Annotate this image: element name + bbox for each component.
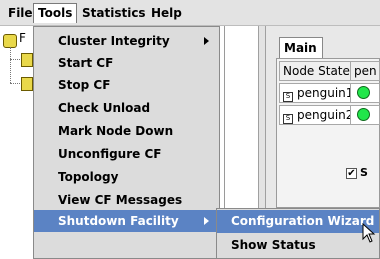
menu-item-label: Cluster Integrity bbox=[58, 34, 170, 48]
tools-menu: Cluster Integrity Start CF Stop CF Check… bbox=[33, 26, 220, 259]
menu-item-label: Check Unload bbox=[58, 101, 151, 115]
menu-file[interactable]: File bbox=[4, 3, 37, 23]
node-name: penguin1 bbox=[297, 86, 351, 100]
menu-item-start-cf[interactable]: Start CF bbox=[34, 52, 219, 74]
menu-item-view-cf-messages[interactable]: View CF Messages bbox=[34, 189, 219, 211]
tree-branch bbox=[10, 83, 20, 84]
menu-item-label: Unconfigure CF bbox=[58, 147, 162, 161]
menu-item-topology[interactable]: Topology bbox=[34, 166, 219, 188]
shutdown-facility-submenu: Configuration Wizard Show Status bbox=[216, 208, 380, 259]
tab-main[interactable]: Main bbox=[279, 37, 323, 59]
tree-line bbox=[10, 47, 11, 83]
table-row[interactable]: Spenguin2 bbox=[279, 105, 351, 125]
submenu-item-show-status[interactable]: Show Status bbox=[217, 234, 379, 257]
menu-item-label: Mark Node Down bbox=[58, 124, 174, 138]
menu-item-shutdown-facility[interactable]: Shutdown Facility bbox=[34, 210, 219, 232]
checkbox-label: S bbox=[360, 166, 368, 179]
submenu-arrow-icon bbox=[204, 37, 209, 45]
status-dot-icon bbox=[357, 86, 370, 99]
menu-item-mark-node-down[interactable]: Mark Node Down bbox=[34, 120, 219, 142]
tree-branch bbox=[10, 59, 20, 60]
cluster-icon[interactable] bbox=[3, 34, 17, 48]
node-icon: S bbox=[283, 114, 293, 124]
node-icon[interactable] bbox=[21, 77, 33, 91]
menu-item-label: Shutdown Facility bbox=[58, 214, 179, 228]
column-header-pen[interactable]: pen bbox=[350, 61, 380, 81]
status-dot-icon bbox=[357, 108, 370, 121]
menu-item-label: View CF Messages bbox=[58, 193, 183, 207]
menu-item-label: Start CF bbox=[58, 56, 114, 70]
menu-item-label: Stop CF bbox=[58, 78, 111, 92]
mouse-cursor-icon bbox=[362, 223, 376, 243]
menu-bar: File Tools Statistics Help bbox=[0, 0, 380, 26]
node-icon: S bbox=[283, 92, 293, 102]
menu-item-label: Topology bbox=[58, 170, 119, 184]
node-icon[interactable] bbox=[21, 53, 33, 67]
checkbox[interactable]: ✔ bbox=[346, 168, 357, 179]
menu-help[interactable]: Help bbox=[147, 3, 186, 23]
submenu-item-configuration-wizard[interactable]: Configuration Wizard bbox=[217, 210, 379, 233]
column-header-node-states[interactable]: Node States bbox=[279, 61, 351, 81]
tree-root-label[interactable]: F bbox=[19, 31, 26, 45]
menu-statistics[interactable]: Statistics bbox=[78, 3, 150, 23]
table-row[interactable]: Spenguin1 bbox=[279, 83, 351, 103]
menu-item-unconfigure-cf[interactable]: Unconfigure CF bbox=[34, 143, 219, 165]
menu-item-stop-cf[interactable]: Stop CF bbox=[34, 74, 219, 96]
submenu-arrow-icon bbox=[204, 217, 209, 225]
menu-item-cluster-integrity[interactable]: Cluster Integrity bbox=[34, 30, 219, 52]
menu-item-check-unload[interactable]: Check Unload bbox=[34, 97, 219, 119]
menu-tools[interactable]: Tools bbox=[33, 3, 78, 23]
node-name: penguin2 bbox=[297, 108, 351, 122]
